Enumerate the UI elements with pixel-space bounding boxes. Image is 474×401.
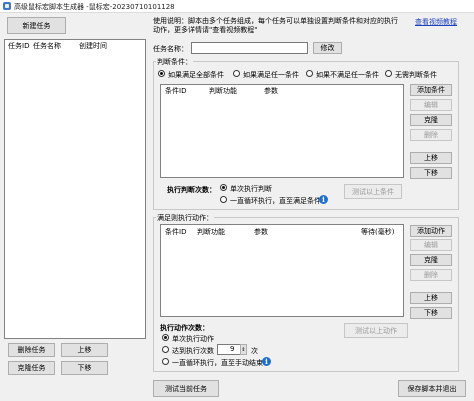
task-name-label: 任务名称： [153,45,188,53]
radio-exec-count[interactable] [162,346,169,353]
window-title: 高级鼠标宏脚本生成器 -鼠标宏-20230710101128 [14,3,175,11]
actions-header-wait: 等待(毫秒) [361,228,395,236]
radio-loop-until-stop[interactable] [162,358,169,365]
actions-header-function: 判断功能 [197,228,225,236]
edit-condition-button[interactable]: 编辑 [410,99,452,111]
radio-no-condition-label: 无需判断条件 [395,71,437,79]
radio-loop-until-stop-label: 一直循环执行，直至手动结束 [172,359,263,367]
new-task-button[interactable]: 新建任务 [7,17,66,34]
radio-any-condition-label: 如果满足任一条件 [243,71,299,79]
actions-header-params: 参数 [254,228,268,236]
edit-action-button[interactable]: 编辑 [410,239,452,251]
task-list-header-id: 任务ID [8,42,30,50]
save-and-exit-button[interactable]: 保存脚本并退出 [398,380,466,397]
task-list-header-time: 创建时间 [79,42,107,50]
action-down-button[interactable]: 下移 [410,307,452,319]
condition-down-button[interactable]: 下移 [410,167,452,179]
test-conditions-button[interactable]: 测试以上条件 [344,184,402,199]
condition-exec-count-label: 执行判断次数： [167,186,216,194]
radio-single-action[interactable] [162,334,169,341]
actions-group-title: 满足则执行动作： [156,213,214,223]
radio-not-any-condition[interactable] [306,70,313,77]
action-up-button[interactable]: 上移 [410,292,452,304]
radio-loop-until-met[interactable] [220,196,227,203]
radio-all-conditions[interactable] [158,70,165,77]
delete-action-button[interactable]: 删除 [410,269,452,281]
conditions-group-title: 判断条件： [156,57,193,67]
task-list[interactable]: 任务ID 任务名称 创建时间 [4,39,146,339]
conditions-header-id: 条件ID [165,87,187,95]
stepper-arrows-icon[interactable]: ⇕ [240,344,247,355]
clone-task-button[interactable]: 克隆任务 [8,361,55,375]
exec-count-unit: 次 [251,347,258,355]
actions-header-id: 条件ID [165,228,187,236]
delete-condition-button[interactable]: 删除 [410,129,452,141]
clone-action-button[interactable]: 克隆 [410,254,452,266]
condition-up-button[interactable]: 上移 [410,152,452,164]
radio-single-check[interactable] [220,184,227,191]
task-name-input[interactable] [191,42,308,54]
test-current-task-button[interactable]: 测试当前任务 [153,380,219,397]
conditions-header-params: 参数 [264,87,278,95]
radio-single-check-label: 单次执行判断 [230,185,272,193]
modify-task-name-button[interactable]: 修改 [313,42,342,54]
radio-all-conditions-label: 如果满足全部条件 [168,71,224,79]
actions-list[interactable]: 条件ID 判断功能 参数 等待(毫秒) [160,224,404,317]
conditions-header-function: 判断功能 [209,87,237,95]
radio-no-condition[interactable] [385,70,392,77]
add-action-button[interactable]: 添加动作 [410,225,452,237]
info-icon[interactable]: i [262,357,271,366]
conditions-list[interactable]: 条件ID 判断功能 参数 [160,84,404,178]
radio-exec-count-label: 达到执行次数 [172,347,214,355]
clone-condition-button[interactable]: 克隆 [410,114,452,126]
usage-description: 使用说明：脚本由多个任务组成，每个任务可以单独设置判断条件和对应的执行动作，更多… [153,17,398,34]
delete-task-button[interactable]: 删除任务 [8,343,55,357]
radio-any-condition[interactable] [233,70,240,77]
radio-single-action-label: 单次执行动作 [172,335,214,343]
radio-loop-until-met-label: 一直循环执行，直至满足条件 [230,197,321,205]
video-tutorial-link[interactable]: 查看视频教程 [415,17,457,27]
task-list-header-name: 任务名称 [33,42,61,50]
add-condition-button[interactable]: 添加条件 [410,84,452,96]
test-actions-button[interactable]: 测试以上动作 [344,323,408,338]
task-down-button[interactable]: 下移 [61,361,108,375]
title-bar: 高级鼠标宏脚本生成器 -鼠标宏-20230710101128 [0,0,474,13]
app-icon [3,2,11,10]
radio-not-any-condition-label: 如果不满足任一条件 [316,71,379,79]
info-icon[interactable]: i [319,195,328,204]
action-exec-count-label: 执行动作次数： [160,324,209,332]
task-up-button[interactable]: 上移 [61,343,108,357]
